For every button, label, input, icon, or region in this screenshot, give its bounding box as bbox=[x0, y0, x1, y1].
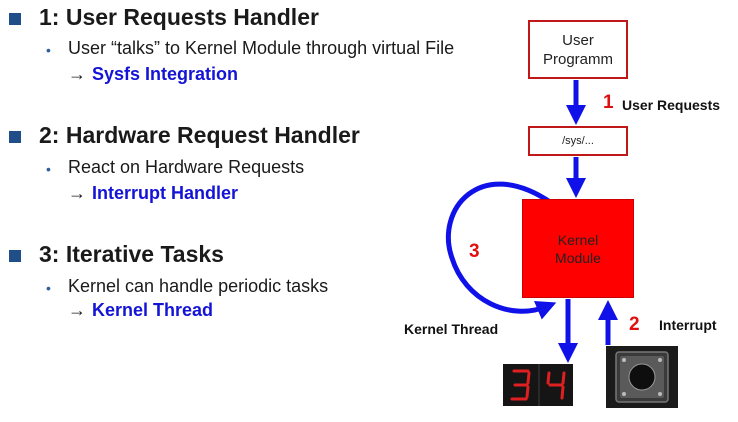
user-program-label-line2: Programm bbox=[542, 50, 613, 68]
kernel-thread-label: Kernel Thread bbox=[404, 321, 499, 337]
interrupt-number: 2 bbox=[629, 314, 640, 335]
kernel-module-label-line2: Module bbox=[555, 249, 601, 266]
kernel-module-label-line1: Kernel bbox=[557, 231, 599, 248]
user-program-label-line1: User bbox=[562, 31, 594, 49]
interrupt-label: Interrupt bbox=[659, 317, 717, 333]
sysfs-label: /sys/... bbox=[562, 135, 594, 147]
seven-segment-digits-34 bbox=[503, 364, 573, 406]
sysfs-box: /sys/... bbox=[528, 126, 628, 156]
kernel-thread-number: 3 bbox=[469, 241, 480, 262]
slide: 1: User Requests Handler • User “talks” … bbox=[0, 0, 738, 422]
push-button-icon bbox=[606, 346, 678, 408]
user-requests-number: 1 bbox=[603, 92, 614, 113]
user-program-box: User Programm bbox=[528, 20, 628, 79]
push-button-graphic bbox=[606, 346, 678, 408]
kernel-module-box: Kernel Module bbox=[522, 199, 634, 298]
user-requests-label: User Requests bbox=[622, 97, 721, 113]
seven-segment-display-icon bbox=[503, 364, 573, 406]
